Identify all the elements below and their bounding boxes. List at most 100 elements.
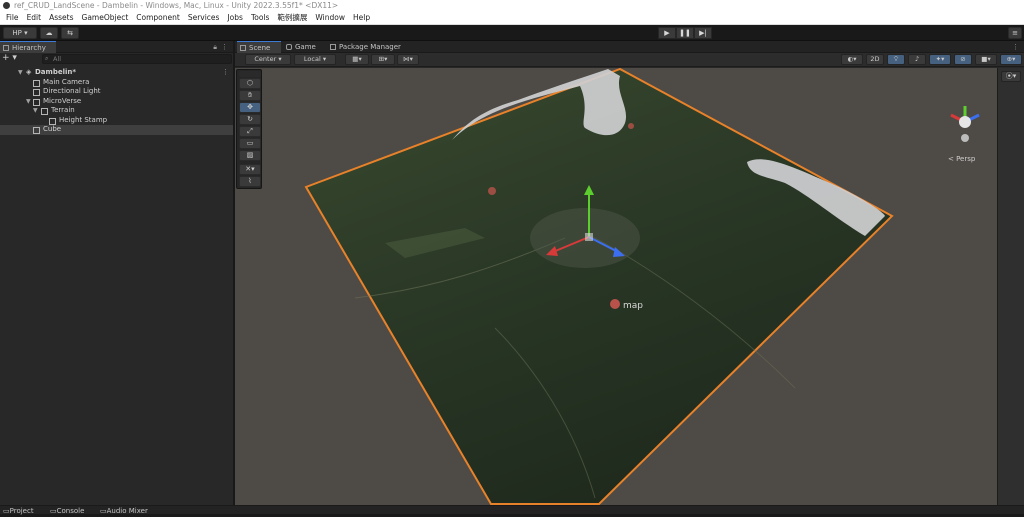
tab-project[interactable]: ▭ Project xyxy=(3,506,34,517)
menu-edit[interactable]: Edit xyxy=(23,13,46,22)
tab-scene[interactable]: Scene xyxy=(237,41,281,53)
gameobject-icon xyxy=(33,98,40,106)
tab-console[interactable]: ▭ Console xyxy=(50,506,84,517)
gameobject-icon xyxy=(33,89,40,96)
tool-palette-handle[interactable] xyxy=(239,71,261,77)
grid-snap-icon[interactable]: ▦▾ xyxy=(345,54,369,65)
game-controller-icon xyxy=(286,44,292,50)
package-icon xyxy=(330,44,336,50)
add-object-button[interactable]: + ▾ xyxy=(2,53,17,64)
collab-icon[interactable]: ⇆ xyxy=(61,27,79,39)
space-dropdown[interactable]: Local ▾ xyxy=(294,54,336,65)
expand-arrow-icon[interactable]: ▼ xyxy=(18,68,23,78)
menu-bar: File Edit Assets GameObject Component Se… xyxy=(0,11,1024,25)
lighting-icon[interactable]: 💡︎ xyxy=(887,54,905,65)
window-title-bar: ref_CRUD_LandScene - Dambelin - Windows,… xyxy=(0,0,1024,11)
tree-row-height-stamp[interactable]: Height Stamp xyxy=(0,116,233,126)
custom-tool-icon[interactable]: ✕▾ xyxy=(239,164,261,175)
gizmo-center-handle[interactable] xyxy=(585,233,593,241)
map-marker-icon[interactable] xyxy=(628,123,634,129)
move-tool-icon[interactable]: ✥ xyxy=(239,102,261,113)
lock-icon[interactable]: 🔒︎ xyxy=(213,41,217,53)
menu-tools[interactable]: Tools xyxy=(247,13,273,22)
layout-icon[interactable]: ≡ xyxy=(1008,27,1022,39)
transform-tool-icon[interactable]: ▨ xyxy=(239,150,261,161)
pause-button[interactable]: ❚❚ xyxy=(676,27,694,39)
tree-row-dambelin[interactable]: ▼ ◈ Dambelin* ⋮ xyxy=(0,68,233,78)
unity-logo-icon xyxy=(3,2,10,9)
scene-toolbar: Center ▾ Local ▾ ▦▾ ⊞▾ ⋈▾ ◐▾ 2D 💡︎ ♪ ✦▾ … xyxy=(235,53,1024,67)
scene-view-render[interactable]: map < Persp xyxy=(235,68,997,505)
map-marker-icon[interactable] xyxy=(610,299,620,309)
gizmos-icon[interactable]: ⊕▾ xyxy=(1000,54,1022,65)
camera-settings-icon[interactable]: ■▾ xyxy=(975,54,997,65)
account-dropdown[interactable]: HP ▾ xyxy=(3,27,37,39)
hierarchy-panel: Hierarchy 🔒︎ ⋮ + ▾ ⌕ All ▼ ◈ Dambelin* ⋮… xyxy=(0,41,234,505)
map-label: map xyxy=(623,301,643,311)
tool-palette: ⬡ ✋︎ ✥ ↻ ⤢ ▭ ▨ ✕▾ ⌇ xyxy=(236,69,262,189)
scene-tabstrip: Scene Game Package Manager ⋮ xyxy=(235,41,1024,53)
pivot-dropdown[interactable]: Center ▾ xyxy=(245,54,291,65)
expand-arrow-icon[interactable]: ▼ xyxy=(26,97,31,107)
step-button[interactable]: ▶| xyxy=(694,27,712,39)
scene-tab-icon xyxy=(240,45,246,51)
window-title: ref_CRUD_LandScene - Dambelin - Windows,… xyxy=(14,1,339,10)
tab-package-manager[interactable]: Package Manager xyxy=(327,41,407,53)
menu-help[interactable]: Help xyxy=(349,13,374,22)
menu-assets[interactable]: Assets xyxy=(45,13,77,22)
hand-tool-icon[interactable]: ✋︎ xyxy=(239,90,261,101)
snap-increment-icon[interactable]: ⊞▾ xyxy=(371,54,395,65)
menu-component[interactable]: Component xyxy=(132,13,184,22)
tree-row-microverse[interactable]: ▼ MicroVerse xyxy=(0,97,233,107)
scale-tool-icon[interactable]: ⤢ xyxy=(239,126,261,137)
gameobject-icon xyxy=(33,127,40,134)
menu-window[interactable]: Window xyxy=(311,13,349,22)
main-toolbar: HP ▾ ☁ ⇆ ▶ ❚❚ ▶| ≡ xyxy=(0,25,1024,41)
rect-tool-icon[interactable]: ▭ xyxy=(239,138,261,149)
2d-toggle-button[interactable]: 2D xyxy=(866,54,884,65)
hierarchy-search-bar: + ▾ ⌕ All xyxy=(0,53,233,65)
scene-menu-icon[interactable]: ⋮ xyxy=(222,68,229,78)
menu-services[interactable]: Services xyxy=(184,13,224,22)
menu-file[interactable]: File xyxy=(2,13,23,22)
hierarchy-tabstrip: Hierarchy 🔒︎ ⋮ xyxy=(0,41,233,53)
editor-tool-icon[interactable]: ⌇ xyxy=(239,176,261,187)
map-marker-icon[interactable] xyxy=(488,187,496,195)
panel-menu-icon[interactable]: ⋮ xyxy=(221,41,228,53)
menu-gameobject[interactable]: GameObject xyxy=(78,13,133,22)
tab-audio-mixer[interactable]: ▭ Audio Mixer xyxy=(100,506,148,517)
tree-row-cube[interactable]: Cube xyxy=(0,125,233,135)
snap-settings-icon[interactable]: ⋈▾ xyxy=(397,54,419,65)
bottom-tabstrip: ▭ Project ▭ Console ▭ Audio Mixer xyxy=(0,505,1024,517)
terrain-surface[interactable] xyxy=(304,68,894,505)
menu-examples[interactable]: 範例擴展 xyxy=(273,12,311,23)
tab-hierarchy[interactable]: Hierarchy xyxy=(0,41,56,53)
tree-row-main-camera[interactable]: Main Camera xyxy=(0,78,233,88)
orientation-gizmo[interactable] xyxy=(950,106,980,142)
tab-game[interactable]: Game xyxy=(283,41,323,53)
cloud-icon[interactable]: ☁ xyxy=(40,27,58,39)
tree-row-terrain[interactable]: ▼ Terrain xyxy=(0,106,233,116)
view-tool-icon[interactable]: ⬡ xyxy=(239,78,261,89)
tree-row-directional-light[interactable]: Directional Light xyxy=(0,87,233,97)
hidden-objects-icon[interactable]: ⊘ xyxy=(954,54,972,65)
audio-icon[interactable]: ♪ xyxy=(908,54,926,65)
menu-jobs[interactable]: Jobs xyxy=(223,13,246,22)
gameobject-icon xyxy=(49,117,56,125)
hierarchy-icon xyxy=(3,45,9,51)
search-icon: ⌕ xyxy=(45,55,49,62)
overlay-menu-icon[interactable]: ⦿▾ xyxy=(1001,71,1021,82)
perspective-label[interactable]: < Persp xyxy=(948,155,976,163)
panel-menu-icon[interactable]: ⋮ xyxy=(1012,41,1019,53)
effects-icon[interactable]: ✦▾ xyxy=(929,54,951,65)
scene-viewport[interactable]: map < Persp ⬡ ✋︎ ✥ ↻ ⤢ ▭ ▨ ✕▾ ⌇ xyxy=(235,68,997,505)
expand-arrow-icon[interactable]: ▼ xyxy=(33,106,38,116)
play-controls: ▶ ❚❚ ▶| xyxy=(658,27,712,39)
gameobject-icon xyxy=(41,108,48,115)
draw-mode-icon[interactable]: ◐▾ xyxy=(841,54,863,65)
play-button[interactable]: ▶ xyxy=(658,27,676,39)
hierarchy-search-input[interactable]: ⌕ All xyxy=(42,54,232,64)
scene-icon: ◈ xyxy=(26,68,32,76)
gameobject-icon xyxy=(33,79,40,87)
rotate-tool-icon[interactable]: ↻ xyxy=(239,114,261,125)
